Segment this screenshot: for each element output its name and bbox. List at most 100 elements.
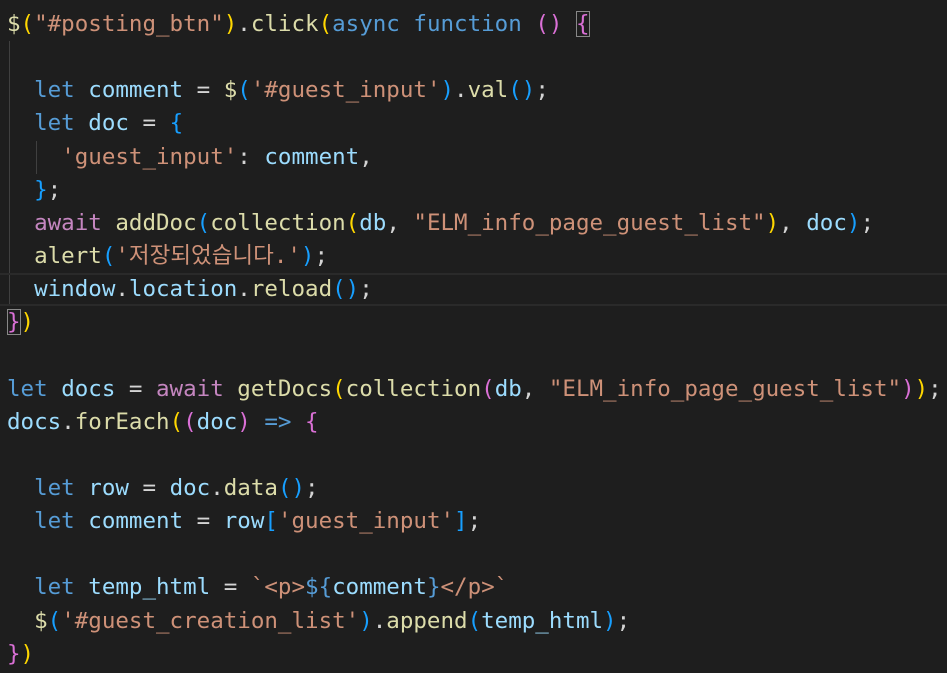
code-line[interactable]: }) <box>0 306 947 339</box>
code-token: collection <box>345 375 482 402</box>
code-token: forEach <box>74 408 170 435</box>
indent-guide <box>9 173 10 207</box>
code-token: async <box>332 11 400 37</box>
code-token: ( <box>169 408 184 435</box>
code-token: ( <box>467 607 482 634</box>
code-line[interactable] <box>0 339 947 372</box>
code-token: [ <box>264 508 278 535</box>
code-token: 'guest_input' <box>61 143 238 170</box>
code-token: $ <box>34 607 48 634</box>
code-line[interactable]: }; <box>0 173 947 207</box>
code-token: () <box>332 276 360 303</box>
code-line[interactable] <box>0 439 947 472</box>
code-line[interactable]: await addDoc(collection(db, "ELM_info_pa… <box>0 206 947 240</box>
code-line[interactable]: window.location.reload(); <box>0 273 947 307</box>
code-token: , <box>779 209 807 236</box>
code-token: ( <box>183 408 197 435</box>
code-line[interactable]: $('#guest_creation_list').append(temp_ht… <box>0 605 947 638</box>
code-token: let <box>34 474 75 501</box>
code-token: function <box>413 11 522 37</box>
code-token: . <box>237 276 251 303</box>
code-token: . <box>237 11 251 37</box>
code-line[interactable]: alert('저장되었습니다.'); <box>0 239 947 274</box>
code-token: , <box>386 209 414 236</box>
code-token: db <box>494 375 522 402</box>
code-token: () <box>508 77 536 104</box>
code-line[interactable]: let temp_html = `<p>${comment}</p>` <box>0 571 947 604</box>
code-token: "#posting_btn" <box>34 11 224 37</box>
code-line[interactable]: let comment = row['guest_input']; <box>0 505 947 538</box>
code-token: comment <box>88 508 184 535</box>
code-token: ( <box>237 77 251 104</box>
code-token: ( <box>481 375 495 402</box>
code-token: getDocs <box>237 375 333 402</box>
code-line[interactable] <box>0 538 947 571</box>
code-line[interactable]: 'guest_input': comment, <box>0 140 947 174</box>
code-token: ) <box>20 640 35 667</box>
code-token: = <box>210 574 251 601</box>
code-token: : <box>237 143 265 170</box>
code-token: } <box>7 640 21 667</box>
code-token: ) <box>223 11 238 37</box>
code-token: await <box>156 375 224 402</box>
code-token: $ <box>7 11 21 37</box>
code-line[interactable] <box>0 41 947 75</box>
code-line[interactable]: let row = doc.data(); <box>0 472 947 505</box>
code-token: temp_html <box>88 574 211 601</box>
code-line[interactable]: let comment = $('#guest_input').val(); <box>0 74 947 108</box>
code-token: ) <box>846 209 861 236</box>
code-line[interactable]: }) <box>0 638 947 671</box>
code-token: '#guest_input' <box>250 77 441 104</box>
code-token: addDoc <box>115 209 197 236</box>
code-token: ( <box>345 209 360 236</box>
code-token: alert <box>34 242 102 269</box>
code-token: $ <box>223 77 238 104</box>
code-token: = <box>183 508 224 535</box>
code-token: row <box>223 508 265 535</box>
code-token: "ELM_info_page_guest_list" <box>413 209 766 236</box>
code-token: , <box>521 375 549 402</box>
code-token: . <box>115 276 129 303</box>
code-token: let <box>34 574 75 601</box>
code-line[interactable]: $("#posting_btn").click(async function (… <box>0 8 947 41</box>
code-token: . <box>61 408 75 435</box>
code-token: let <box>34 77 75 104</box>
code-token: reload <box>250 276 333 303</box>
code-token: data <box>223 474 278 501</box>
code-token: ( <box>20 11 35 37</box>
code-token: = <box>115 375 157 402</box>
code-line[interactable]: docs.forEach((doc) => { <box>0 406 947 439</box>
code-token: ; <box>305 474 319 501</box>
code-token: , <box>359 143 373 170</box>
bracket-match-highlight: } <box>7 309 21 336</box>
code-token: docs <box>61 375 116 402</box>
code-token: doc <box>196 408 238 435</box>
code-token: comment <box>264 143 360 170</box>
code-token: ; <box>467 508 482 535</box>
code-token: ( <box>332 375 346 402</box>
indent-guide <box>36 140 38 174</box>
code-token: ; <box>314 242 329 269</box>
code-token: 'guest_input' <box>277 508 455 535</box>
code-token: } <box>426 574 441 601</box>
code-editor[interactable]: $("#posting_btn").click(async function (… <box>0 8 947 671</box>
code-token: = <box>128 110 170 137</box>
indent-guide <box>9 239 10 274</box>
code-line[interactable]: let doc = { <box>0 107 947 141</box>
code-token: await <box>34 209 102 236</box>
code-line[interactable]: let docs = await getDocs(collection(db, … <box>0 373 947 406</box>
